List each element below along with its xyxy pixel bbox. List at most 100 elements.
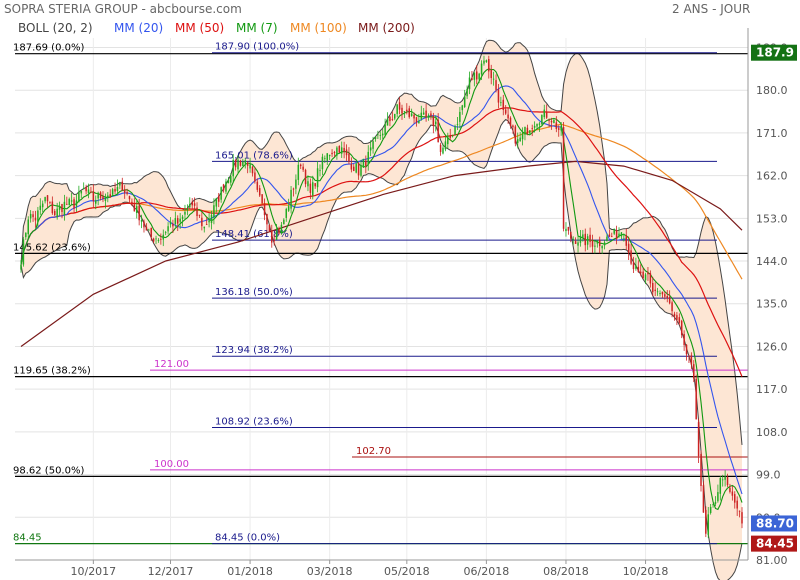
candle-body [54, 211, 56, 216]
candle-body [287, 206, 290, 211]
candle-body [613, 228, 615, 234]
candle-body [488, 59, 490, 72]
candle-body [697, 422, 700, 457]
candle-body [659, 293, 661, 295]
candle-body [673, 313, 676, 317]
y-tick-label: 162.0 [756, 170, 788, 183]
fib-label: 102.70 [356, 446, 391, 457]
candle-body [365, 160, 367, 166]
candle-body [292, 188, 295, 190]
candle-body [603, 242, 606, 246]
candle-body [39, 205, 42, 210]
candle-body [606, 236, 608, 242]
candle-body [649, 273, 652, 284]
candle-body [502, 99, 505, 110]
candle-body [398, 102, 401, 110]
candle-body [66, 203, 68, 205]
candle-body [490, 69, 492, 79]
candle-body [586, 236, 589, 245]
candle-body [290, 189, 292, 209]
candle-body [169, 221, 172, 225]
candle-body [121, 181, 124, 191]
candle-body [82, 188, 85, 189]
candle-body [543, 109, 546, 118]
fib-label: 98.62 (50.0%) [13, 465, 84, 476]
candle-body [75, 200, 78, 207]
candle-body [46, 195, 49, 202]
candle-body [357, 162, 360, 176]
candle-body [529, 130, 531, 134]
candle-body [635, 265, 637, 269]
candle-body [639, 271, 642, 274]
candle-body [611, 236, 613, 237]
fib-label: 136.18 (50.0%) [215, 287, 293, 298]
candle-body [391, 119, 394, 120]
candle-body [99, 192, 102, 198]
chart-panel: 187.69 (0.0%) 145.62 (23.6%) 119.65 (38.2%… [0, 0, 800, 580]
candle-body [256, 181, 259, 190]
candle-body [693, 364, 695, 379]
candle-body [671, 302, 673, 312]
candle-body [652, 282, 654, 293]
candle-body [560, 126, 562, 131]
x-tick-label: 06/2018 [464, 565, 510, 578]
candle-body [620, 232, 623, 237]
candle-body [68, 198, 70, 206]
candle-body [280, 224, 283, 233]
candle-body [475, 71, 478, 80]
candle-body [401, 107, 403, 114]
candle-body [504, 109, 507, 114]
candle-body [403, 111, 406, 113]
candle-body [685, 344, 688, 355]
candle-body [661, 291, 664, 295]
candle-body [297, 164, 300, 180]
candle-body [133, 204, 136, 212]
candle-body [656, 291, 659, 293]
candle-body [181, 216, 184, 220]
candle-body [191, 201, 193, 206]
candle-body [471, 78, 473, 81]
fib-label: 123.94 (38.2%) [215, 345, 293, 356]
legend-entry: MM (50) [175, 21, 224, 35]
candle-body [312, 182, 314, 196]
candle-body [618, 233, 620, 237]
candle-body [160, 238, 162, 240]
candle-body [61, 203, 63, 212]
candle-body [565, 228, 567, 232]
candle-body [196, 207, 198, 217]
candle-body [485, 60, 488, 63]
candle-body [51, 201, 54, 214]
candle-body [213, 205, 215, 218]
candle-body [179, 218, 181, 222]
candle-body [343, 147, 345, 152]
fib-label: 165.01 (78.6%) [215, 150, 293, 161]
candle-body [92, 191, 95, 201]
candle-body [451, 135, 454, 137]
price-tag-label: 84.45 [756, 537, 794, 551]
candle-body [705, 509, 707, 534]
candle-body [582, 234, 584, 238]
legend-entry: MM (200) [358, 21, 415, 35]
fib-label: 84.45 (0.0%) [215, 533, 280, 544]
candle-body [222, 184, 225, 191]
candle-body [434, 121, 437, 125]
candle-body [336, 147, 338, 156]
candle-body [271, 230, 273, 243]
candle-body [418, 120, 420, 124]
candle-body [220, 187, 222, 200]
y-tick-label: 153.0 [756, 212, 788, 225]
candle-body [360, 164, 362, 176]
candle-body [234, 159, 237, 168]
candle-body [109, 194, 111, 198]
candle-body [85, 186, 87, 192]
candle-body [459, 111, 461, 122]
candle-body [145, 226, 148, 231]
fib-label: 84.45 [13, 533, 42, 544]
candle-body [331, 152, 333, 155]
candle-body [562, 127, 565, 229]
candle-body [425, 110, 427, 118]
candle-body [184, 211, 186, 215]
candle-body [729, 487, 731, 492]
candle-body [396, 104, 398, 114]
y-tick-label: 99.0 [756, 469, 781, 482]
